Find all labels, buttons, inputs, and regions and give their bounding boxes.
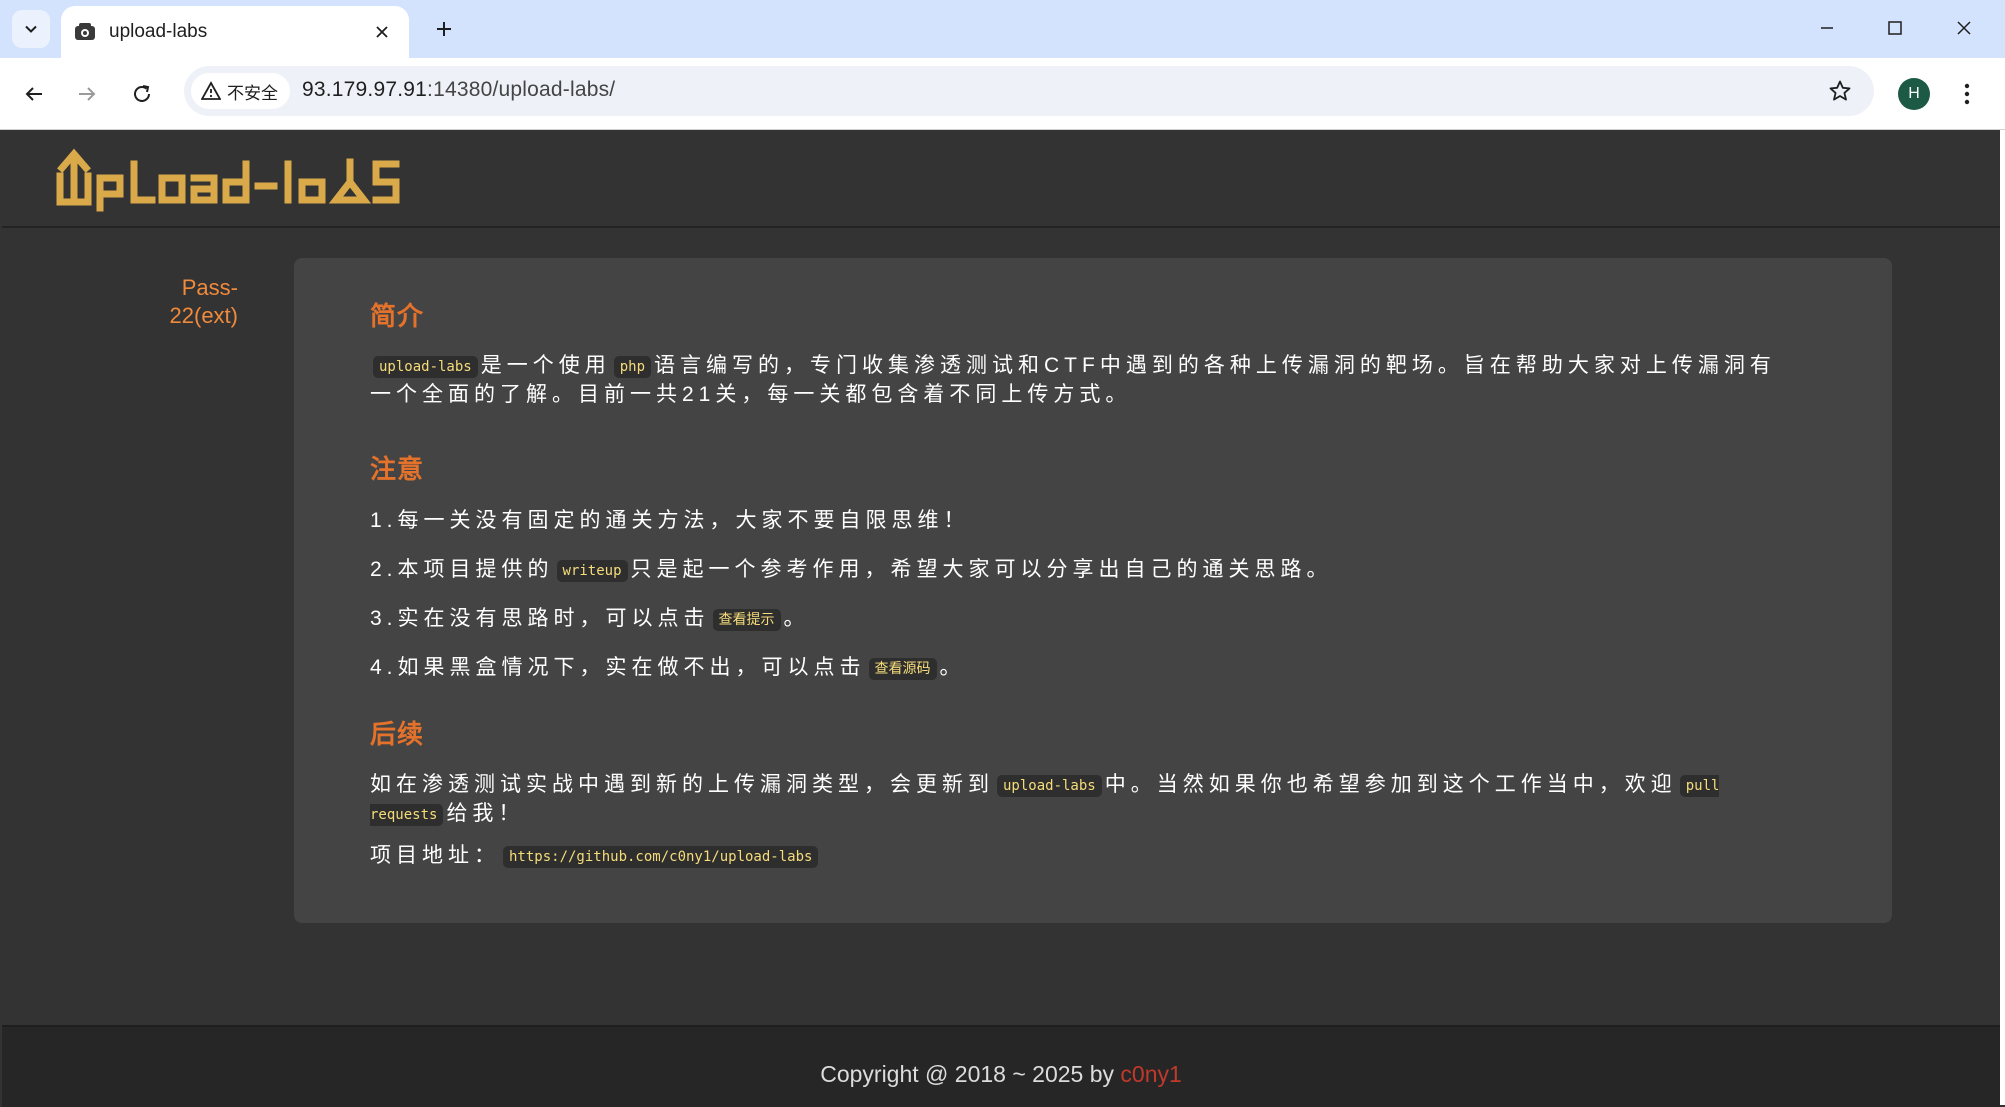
more-vert-icon [1964, 83, 1970, 105]
reload-icon [134, 85, 150, 102]
tab-close-button[interactable] [367, 17, 397, 47]
followup-text-a: 如在渗透测试实战中遇到新的上传漏洞类型，会更新到 [370, 773, 994, 796]
notice-item-4-a: 4.如果黑盒情况下，实在做不出，可以点击 [370, 656, 866, 679]
sidebar-item-pass-22[interactable]: Pass- 22(ext) [98, 274, 238, 330]
followup-text-b: 中。当然如果你也希望参加到这个工作当中，欢迎 [1104, 773, 1677, 796]
maximize-button[interactable] [1870, 6, 1920, 50]
url-text[interactable]: 93.179.97.91:14380/upload-labs/ [302, 78, 615, 102]
code-upload-labs: upload-labs [373, 356, 478, 378]
site-logo[interactable] [54, 142, 404, 212]
warning-icon [201, 81, 221, 100]
code-php: php [613, 356, 652, 378]
tab-title: upload-labs [109, 21, 208, 42]
browser-toolbar: 不安全 93.179.97.91:14380/upload-labs/ H [0, 58, 2005, 130]
star-icon [1829, 80, 1851, 101]
back-button[interactable] [16, 76, 52, 112]
tab-strip: upload-labs [0, 0, 2005, 58]
favicon-icon [75, 23, 95, 40]
notice-item-2-a: 2.本项目提供的 [370, 558, 554, 581]
forward-arrow-icon [79, 87, 96, 101]
copyright-text: Copyright @ 2018 ~ 2025 by c0ny1 [2, 1061, 2000, 1088]
intro-text-1: 是一个使用 [480, 354, 611, 377]
security-chip[interactable]: 不安全 [191, 73, 290, 109]
intro-heading: 简介 [370, 301, 425, 331]
new-tab-button[interactable] [425, 10, 463, 48]
maximize-icon [1888, 21, 1902, 35]
notice-heading: 注意 [370, 454, 425, 484]
browser-tab[interactable]: upload-labs [61, 6, 409, 58]
tab-search-button[interactable] [12, 10, 50, 48]
notice-item-4-b: 。 [939, 656, 966, 679]
notice-item-3-b: 。 [783, 607, 810, 630]
window-edge [2000, 130, 2005, 1105]
forward-button[interactable] [69, 76, 105, 112]
url-host: 93.179.97.91 [302, 78, 428, 101]
close-icon [376, 26, 388, 38]
notice-item-3: 3.实在没有思路时，可以点击 查看提示。 [370, 605, 1800, 634]
profile-avatar[interactable]: H [1898, 78, 1930, 110]
show-hint-link[interactable]: 查看提示 [712, 609, 781, 631]
url-path: :14380/upload-labs/ [427, 78, 616, 101]
reload-button[interactable] [124, 76, 160, 112]
followup-paragraph: 如在渗透测试实战中遇到新的上传漏洞类型，会更新到 upload-labs 中。当然如… [370, 771, 1800, 829]
back-arrow-icon [25, 87, 42, 101]
followup-text-c: 给我！ [446, 802, 525, 825]
notice-item-3-a: 3.实在没有思路时，可以点击 [370, 607, 710, 630]
show-source-link[interactable]: 查看源码 [868, 658, 937, 680]
window-close-icon [1957, 21, 1971, 35]
site-header [2, 130, 2000, 228]
notice-item-4: 4.如果黑盒情况下，实在做不出，可以点击 查看源码。 [370, 654, 1800, 683]
code-upload-labs-2: upload-labs [997, 775, 1102, 797]
page-viewport: Pass- 22(ext) 简介 upload-labs 是一个使用 php 语言编写… [2, 130, 2000, 1107]
project-address: 项目地址： https://github.com/c0ny1/upload-lab… [370, 842, 1800, 871]
chevron-down-icon [25, 25, 37, 33]
window-close-button[interactable] [1939, 6, 1989, 50]
author-link[interactable]: c0ny1 [1120, 1061, 1181, 1087]
project-address-label: 项目地址： [370, 844, 500, 867]
address-bar[interactable]: 不安全 93.179.97.91:14380/upload-labs/ [184, 66, 1874, 116]
minimize-icon [1821, 27, 1833, 29]
plus-icon [437, 22, 451, 36]
intro-paragraph: upload-labs 是一个使用 php 语言编写的，专门收集渗透测试和CTF中遇到… [370, 352, 1800, 409]
intro-card: 简介 upload-labs 是一个使用 php 语言编写的，专门收集渗透测试和CTF… [294, 258, 1892, 923]
followup-heading: 后续 [370, 719, 425, 749]
site-footer: Copyright @ 2018 ~ 2025 by c0ny1 [2, 1025, 2000, 1107]
browser-menu-button[interactable] [1953, 76, 1981, 112]
notice-item-1: 1.每一关没有固定的通关方法，大家不要自限思维！ [370, 509, 970, 532]
notice-item-2: 2.本项目提供的 writeup 只是起一个参考作用，希望大家可以分享出自己的通关思… [370, 556, 1800, 585]
security-label: 不安全 [227, 83, 278, 103]
minimize-button[interactable] [1802, 6, 1852, 50]
project-url-link[interactable]: https://github.com/c0ny1/upload-labs [503, 846, 819, 868]
bookmark-button[interactable] [1826, 77, 1854, 105]
copyright-label: Copyright @ 2018 ~ 2025 by [820, 1061, 1121, 1087]
code-writeup: writeup [556, 560, 628, 582]
notice-item-2-b: 只是起一个参考作用，希望大家可以分享出自己的通关思路。 [630, 558, 1333, 581]
